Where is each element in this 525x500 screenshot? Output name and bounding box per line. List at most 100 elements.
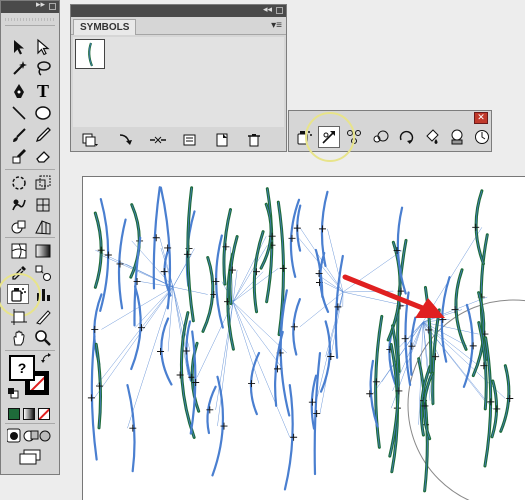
- shape-builder-tool[interactable]: [8, 217, 30, 237]
- instance-link-line: [215, 301, 234, 410]
- selection-tool[interactable]: [8, 37, 30, 57]
- artboard-canvas[interactable]: [82, 176, 525, 500]
- new-symbol-button[interactable]: [213, 132, 231, 148]
- magic-wand-tool[interactable]: [8, 58, 30, 78]
- break-link-button[interactable]: [149, 132, 167, 148]
- ellipse-icon: [35, 106, 51, 120]
- symbols-panel-header[interactable]: ◂◂: [71, 4, 286, 17]
- instance-center-marker: [97, 246, 105, 254]
- trash-icon: [248, 134, 260, 147]
- symbol-options-button[interactable]: [181, 132, 199, 148]
- instance-center-marker: [91, 325, 99, 333]
- gradient-tool[interactable]: [32, 241, 54, 261]
- symbol-stainer-tool[interactable]: [421, 126, 443, 148]
- hand-tool[interactable]: [8, 328, 30, 348]
- line-tool[interactable]: [8, 103, 30, 123]
- symbol-spinner-tool[interactable]: [395, 126, 417, 148]
- screen-mode-icon: [19, 449, 41, 465]
- symbol-thumbnail-grass[interactable]: [75, 39, 105, 69]
- tools-panel: ▸▸ T ?: [0, 0, 60, 475]
- none-mode-button[interactable]: [38, 408, 50, 420]
- instance-center-marker: [408, 342, 416, 350]
- fill-stroke-controls: ?: [7, 353, 53, 399]
- tool-separator: [5, 237, 55, 238]
- symbol-styler-tool[interactable]: [471, 126, 493, 148]
- mesh-icon: [11, 243, 27, 259]
- paintbrush-icon: [13, 128, 26, 142]
- instance-link-line: [217, 301, 234, 427]
- collapse-panel-button[interactable]: ▸▸: [36, 0, 45, 10]
- scale-tool[interactable]: [32, 173, 54, 193]
- warp-tool[interactable]: [8, 195, 30, 215]
- paintbrush-tool[interactable]: [8, 125, 30, 145]
- place-symbol-instance-button[interactable]: [117, 132, 135, 148]
- perspective-grid-icon: [35, 220, 51, 235]
- default-fill-stroke-icon[interactable]: [7, 387, 19, 399]
- instance-center-marker: [96, 382, 104, 390]
- gradient-mode-button[interactable]: [23, 408, 35, 420]
- tools-panel-header[interactable]: ▸▸: [1, 0, 59, 13]
- shape-builder-icon: [11, 220, 26, 234]
- instance-link-line: [319, 291, 344, 414]
- symbols-footer: [71, 129, 286, 151]
- color-mode-button[interactable]: [8, 408, 20, 420]
- symbol-stainer-icon: [426, 129, 439, 144]
- swap-fill-stroke-icon[interactable]: [41, 353, 53, 365]
- panel-menu-button[interactable]: ▾≡: [271, 20, 282, 31]
- instance-center-marker: [160, 268, 168, 276]
- rotate-tool[interactable]: [8, 173, 30, 193]
- close-panel-icon[interactable]: [276, 7, 283, 14]
- line-segment-icon: [12, 106, 26, 120]
- symbol-sizer-icon: [373, 130, 389, 143]
- symbol-screener-tool[interactable]: [446, 126, 468, 148]
- symbol-libraries-menu-button[interactable]: [81, 132, 99, 148]
- close-panel-icon[interactable]: [49, 3, 56, 10]
- instance-center-marker: [279, 264, 287, 272]
- magnifier-icon: [35, 330, 51, 346]
- instance-link-line: [408, 321, 424, 339]
- instance-center-marker: [493, 405, 501, 413]
- direct-selection-tool[interactable]: [32, 37, 54, 57]
- slice-tool[interactable]: [32, 307, 54, 327]
- artboard-tool[interactable]: [8, 307, 30, 327]
- symbols-panel: ◂◂ SYMBOLS ▾≡: [70, 4, 287, 152]
- pen-tool[interactable]: [8, 81, 30, 101]
- magic-wand-icon: [13, 61, 27, 75]
- zoom-tool[interactable]: [32, 328, 54, 348]
- screen-mode-button[interactable]: [19, 449, 43, 465]
- pencil-tool[interactable]: [32, 125, 54, 145]
- draw-modes-icon[interactable]: [6, 428, 51, 444]
- instance-center-marker: [401, 335, 409, 343]
- eraser-tool[interactable]: [32, 146, 54, 166]
- delete-symbol-button[interactable]: [245, 132, 263, 148]
- break-link-icon: [150, 136, 166, 144]
- instance-center-marker: [313, 410, 321, 418]
- grass-symbol-set[interactable]: [83, 177, 525, 500]
- pointer-arrow-shaft: [342, 274, 428, 312]
- fill-swatch[interactable]: ?: [9, 355, 35, 381]
- type-tool[interactable]: T: [32, 81, 54, 101]
- ellipse-tool[interactable]: [32, 103, 54, 123]
- type-t-icon: T: [36, 80, 49, 101]
- blob-brush-tool[interactable]: [8, 146, 30, 166]
- instance-center-marker: [157, 347, 165, 355]
- pencil-icon: [35, 127, 51, 143]
- free-transform-icon: [36, 198, 50, 212]
- free-transform-tool[interactable]: [32, 195, 54, 215]
- panel-grip[interactable]: [5, 13, 55, 26]
- perspective-grid-tool[interactable]: [32, 217, 54, 237]
- instance-center-marker: [293, 224, 301, 232]
- blend-icon: [35, 265, 51, 281]
- collapse-panel-button[interactable]: ◂◂: [263, 4, 272, 15]
- tool-separator: [5, 169, 55, 170]
- libraries-icon: [82, 133, 98, 147]
- gradient-icon: [35, 244, 51, 258]
- symbol-sizer-tool[interactable]: [369, 126, 391, 148]
- instance-center-marker: [87, 394, 95, 402]
- grass-blade-icon: [88, 42, 94, 67]
- tool-separator: [5, 350, 55, 351]
- lasso-tool[interactable]: [32, 58, 54, 78]
- unknown-fill-label: ?: [17, 360, 27, 376]
- mesh-tool[interactable]: [8, 241, 30, 261]
- tab-symbols[interactable]: SYMBOLS: [73, 19, 137, 35]
